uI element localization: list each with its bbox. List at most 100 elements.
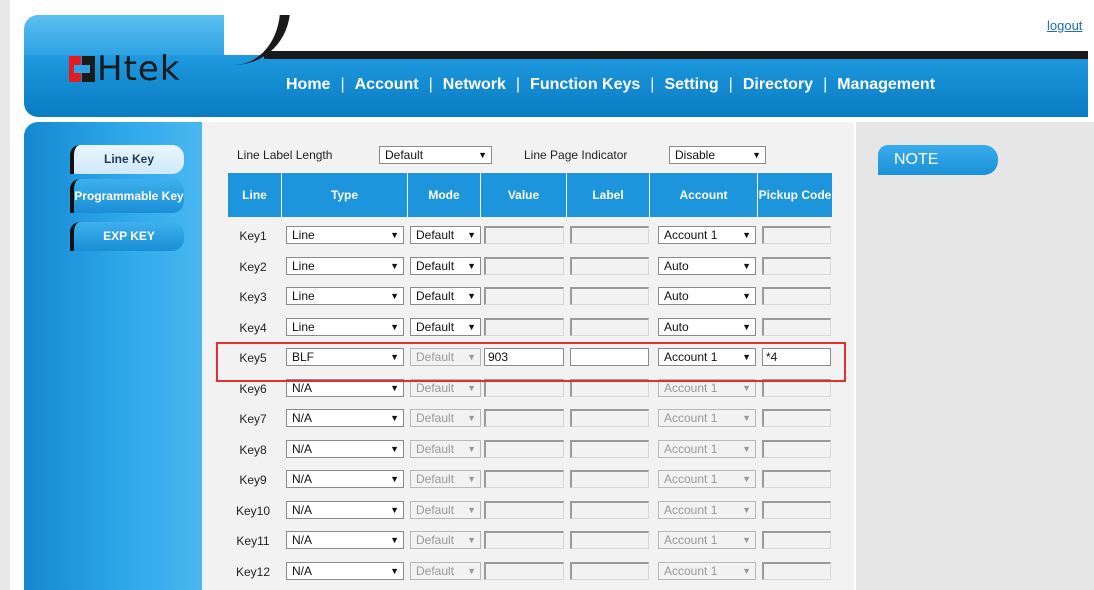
type-select[interactable]: N/A ▼ [286,470,404,488]
key-label: Key2 [239,260,267,274]
type-select[interactable]: N/A ▼ [286,531,404,549]
nav-item-function-keys[interactable]: Function Keys [520,76,650,94]
nav-item-directory[interactable]: Directory [733,76,823,94]
logout-link[interactable]: logout [1047,18,1082,33]
mode-select: Default ▼ [410,562,481,580]
type-select[interactable]: Line ▼ [286,257,404,275]
account-select: Account 1 ▼ [658,470,756,488]
value-input [484,409,564,427]
col-header-line: Line [228,173,282,217]
type-select[interactable]: Line ▼ [286,226,404,244]
account-value: Account 1 [664,411,718,425]
key-label: Key10 [235,504,271,518]
chevron-down-icon: ▼ [467,505,476,515]
account-select[interactable]: Auto ▼ [658,318,756,336]
col-header-value: Value [481,173,567,217]
mode-select[interactable]: Default ▼ [410,318,481,336]
nav-item-setting[interactable]: Setting [654,76,728,94]
key-label: Key8 [239,443,267,457]
chevron-down-icon: ▼ [390,230,399,240]
key-label: Key7 [239,412,267,426]
main-nav: Home | Account | Network | Function Keys | Setti… [282,76,945,94]
mode-value: Default [416,289,455,303]
type-select[interactable]: N/A ▼ [286,440,404,458]
key-label: Key6 [239,382,267,396]
note-panel [856,122,1094,590]
account-select: Account 1 ▼ [658,501,756,519]
pickup-code-input [762,470,831,488]
label-input[interactable] [570,348,649,366]
chevron-down-icon: ▼ [390,566,399,576]
chevron-down-icon: ▼ [742,474,751,484]
line-page-indicator-value: Disable [675,148,716,162]
chevron-down-icon: ▼ [390,261,399,271]
chevron-down-icon: ▼ [742,383,751,393]
type-select[interactable]: N/A ▼ [286,379,404,397]
sidebar-item-line-key[interactable]: Line Key [70,145,184,174]
mode-value: Default [416,533,455,547]
value-input [484,318,564,336]
col-header-pickup-code: Pickup Code [758,187,832,202]
sidebar-item-exp-key[interactable]: EXP KEY [70,222,184,251]
value-input [484,531,564,549]
pickup-code-input [762,318,831,336]
type-select[interactable]: BLF ▼ [286,348,404,366]
key-label: Key9 [239,473,267,487]
account-select[interactable]: Auto ▼ [658,287,756,305]
mode-select[interactable]: Default ▼ [410,226,481,244]
chevron-down-icon: ▼ [742,444,751,454]
type-value: N/A [292,442,313,456]
col-header-mode: Mode [408,173,481,217]
label-input [570,531,649,549]
chevron-down-icon: ▼ [742,230,751,240]
pickup-code-input [762,409,831,427]
type-select[interactable]: N/A ▼ [286,562,404,580]
nav-item-network[interactable]: Network [433,76,516,94]
type-value: N/A [292,381,313,395]
account-select[interactable]: Auto ▼ [658,257,756,275]
mode-value: Default [416,411,455,425]
mode-value: Default [416,350,455,364]
key-label: Key3 [239,290,267,304]
value-input [484,226,564,244]
chevron-down-icon: ▼ [467,230,476,240]
chevron-down-icon: ▼ [467,261,476,271]
chevron-down-icon: ▼ [467,474,476,484]
chevron-down-icon: ▼ [390,383,399,393]
pickup-code-input [762,440,831,458]
chevron-down-icon: ▼ [467,413,476,423]
account-select[interactable]: Account 1 ▼ [658,348,756,366]
chevron-down-icon: ▼ [467,322,476,332]
type-value: N/A [292,411,313,425]
chevron-down-icon: ▼ [742,566,751,576]
left-edge-bar [0,0,10,590]
pickup-code-input[interactable]: *4 [762,348,831,366]
type-value: Line [292,320,315,334]
nav-item-home[interactable]: Home [282,76,340,94]
pickup-code-input [762,379,831,397]
type-value: Line [292,259,315,273]
type-select[interactable]: N/A ▼ [286,501,404,519]
table-header: Line Type Mode Value Label Account Picku… [228,173,832,217]
value-input [484,562,564,580]
mode-select[interactable]: Default ▼ [410,257,481,275]
type-select[interactable]: N/A ▼ [286,409,404,427]
key-label: Key12 [235,565,271,579]
type-value: BLF [292,350,315,364]
line-label-length-select[interactable]: Default ▼ [379,146,492,164]
label-input [570,470,649,488]
line-page-indicator-label: Line Page Indicator [524,148,628,162]
mode-select[interactable]: Default ▼ [410,287,481,305]
line-label-length-value: Default [385,148,424,162]
type-select[interactable]: Line ▼ [286,318,404,336]
account-select: Account 1 ▼ [658,531,756,549]
value-input[interactable]: 903 [484,348,564,366]
pickup-code-input [762,287,831,305]
account-select[interactable]: Account 1 ▼ [658,226,756,244]
sidebar-item-programmable-key[interactable]: Programmable Key [70,179,184,213]
header-banner: Htek Home | Account | Network | Function Keys |… [24,15,1088,117]
nav-item-management[interactable]: Management [827,76,945,94]
line-page-indicator-select[interactable]: Disable ▼ [669,146,766,164]
nav-item-account[interactable]: Account [345,76,429,94]
type-select[interactable]: Line ▼ [286,287,404,305]
